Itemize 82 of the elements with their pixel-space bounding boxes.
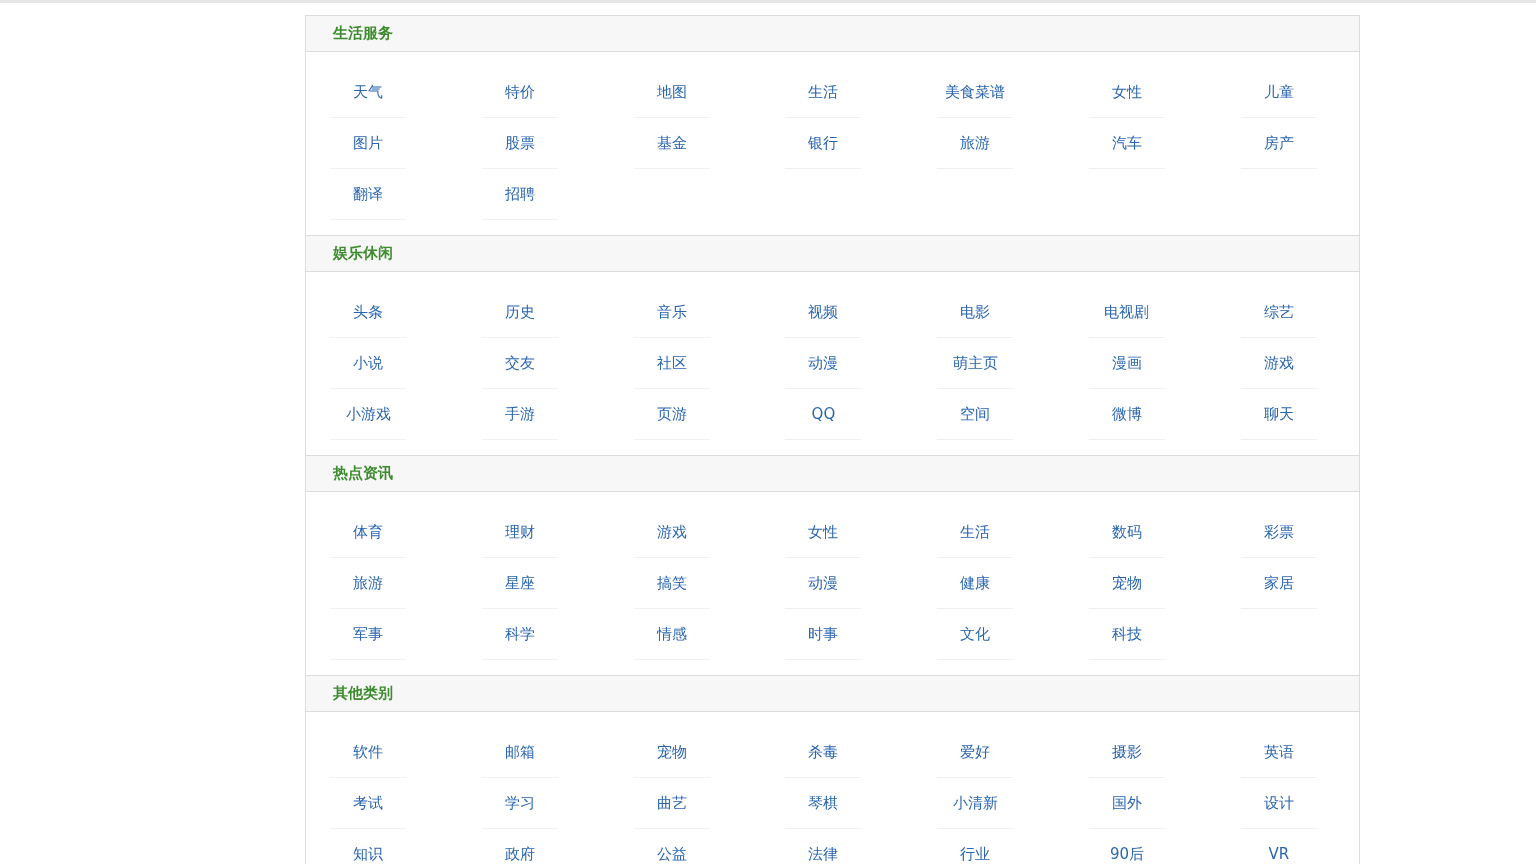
category-link[interactable]: 摄影 [1089, 727, 1165, 778]
category-link[interactable]: 音乐 [633, 287, 710, 338]
category-link[interactable]: 空间 [937, 389, 1014, 440]
category-link[interactable]: 房产 [1240, 118, 1317, 169]
category-link[interactable]: 头条 [330, 287, 406, 338]
category-link[interactable]: 翻译 [330, 169, 406, 220]
category-link[interactable]: 法律 [785, 829, 862, 864]
category-link[interactable]: 曲艺 [633, 778, 710, 829]
category-link[interactable]: 动漫 [785, 338, 862, 389]
category-link[interactable]: 理财 [481, 507, 558, 558]
category-link[interactable]: 综艺 [1240, 287, 1317, 338]
category-link[interactable]: 科学 [481, 609, 558, 660]
category-link[interactable]: 视频 [785, 287, 862, 338]
category-link[interactable]: 美食菜谱 [937, 67, 1014, 118]
category-link[interactable]: 公益 [633, 829, 710, 864]
category-link[interactable]: 游戏 [633, 507, 710, 558]
category-link[interactable]: 琴棋 [785, 778, 862, 829]
category-link[interactable]: 政府 [481, 829, 558, 864]
category-link[interactable]: 旅游 [937, 118, 1014, 169]
section-title: 生活服务 [333, 24, 393, 43]
category-link[interactable]: 电影 [937, 287, 1014, 338]
category-link[interactable]: 彩票 [1240, 507, 1317, 558]
category-link[interactable]: 家居 [1240, 558, 1317, 609]
category-link[interactable]: 文化 [937, 609, 1014, 660]
category-link[interactable]: 生活 [785, 67, 862, 118]
category-link[interactable]: 学习 [481, 778, 558, 829]
category-link[interactable]: 软件 [330, 727, 406, 778]
category-link[interactable]: 汽车 [1089, 118, 1165, 169]
category-link[interactable]: 女性 [1089, 67, 1165, 118]
category-link[interactable]: 邮箱 [481, 727, 558, 778]
category-link[interactable]: 游戏 [1240, 338, 1317, 389]
category-link[interactable]: 女性 [785, 507, 862, 558]
category-link[interactable]: 小说 [330, 338, 406, 389]
category-link[interactable]: VR [1240, 829, 1317, 864]
section-title: 其他类别 [333, 684, 393, 703]
category-link[interactable]: 基金 [633, 118, 710, 169]
category-link[interactable]: 军事 [330, 609, 406, 660]
category-link[interactable]: 健康 [937, 558, 1014, 609]
category-link[interactable]: QQ [785, 389, 862, 440]
category-link[interactable]: 行业 [937, 829, 1014, 864]
category-link[interactable]: 旅游 [330, 558, 406, 609]
section-title: 娱乐休闲 [333, 244, 393, 263]
category-link[interactable]: 情感 [633, 609, 710, 660]
category-link[interactable]: 漫画 [1089, 338, 1165, 389]
category-link[interactable]: 知识 [330, 829, 406, 864]
category-link[interactable]: 生活 [937, 507, 1014, 558]
category-link[interactable]: 宠物 [633, 727, 710, 778]
category-link[interactable]: 宠物 [1089, 558, 1165, 609]
category-link[interactable]: 儿童 [1240, 67, 1317, 118]
category-link[interactable]: 杀毒 [785, 727, 862, 778]
category-link[interactable]: 聊天 [1240, 389, 1317, 440]
category-link[interactable]: 特价 [481, 67, 558, 118]
category-link[interactable]: 股票 [481, 118, 558, 169]
category-link[interactable]: 天气 [330, 67, 406, 118]
category-link[interactable]: 萌主页 [937, 338, 1014, 389]
category-link[interactable]: 考试 [330, 778, 406, 829]
category-link[interactable]: 手游 [481, 389, 558, 440]
category-link[interactable]: 90后 [1089, 829, 1165, 864]
category-link[interactable]: 国外 [1089, 778, 1165, 829]
category-link[interactable]: 社区 [633, 338, 710, 389]
category-link[interactable]: 设计 [1240, 778, 1317, 829]
category-link[interactable]: 动漫 [785, 558, 862, 609]
category-link[interactable]: 小游戏 [330, 389, 406, 440]
category-link[interactable]: 时事 [785, 609, 862, 660]
category-link[interactable]: 搞笑 [633, 558, 710, 609]
category-link[interactable]: 英语 [1240, 727, 1317, 778]
category-link[interactable]: 招聘 [481, 169, 558, 220]
category-link[interactable]: 电视剧 [1089, 287, 1165, 338]
category-link[interactable]: 历史 [481, 287, 558, 338]
category-link[interactable]: 交友 [481, 338, 558, 389]
category-link[interactable]: 地图 [633, 67, 710, 118]
section-title: 热点资讯 [333, 464, 393, 483]
category-link[interactable]: 微博 [1089, 389, 1165, 440]
category-link[interactable]: 爱好 [937, 727, 1014, 778]
category-link[interactable]: 数码 [1089, 507, 1165, 558]
category-link[interactable]: 小清新 [937, 778, 1014, 829]
category-link[interactable]: 科技 [1089, 609, 1165, 660]
category-link[interactable]: 页游 [633, 389, 710, 440]
category-link[interactable]: 体育 [330, 507, 406, 558]
category-link[interactable]: 图片 [330, 118, 406, 169]
category-link[interactable]: 星座 [481, 558, 558, 609]
category-link[interactable]: 银行 [785, 118, 862, 169]
